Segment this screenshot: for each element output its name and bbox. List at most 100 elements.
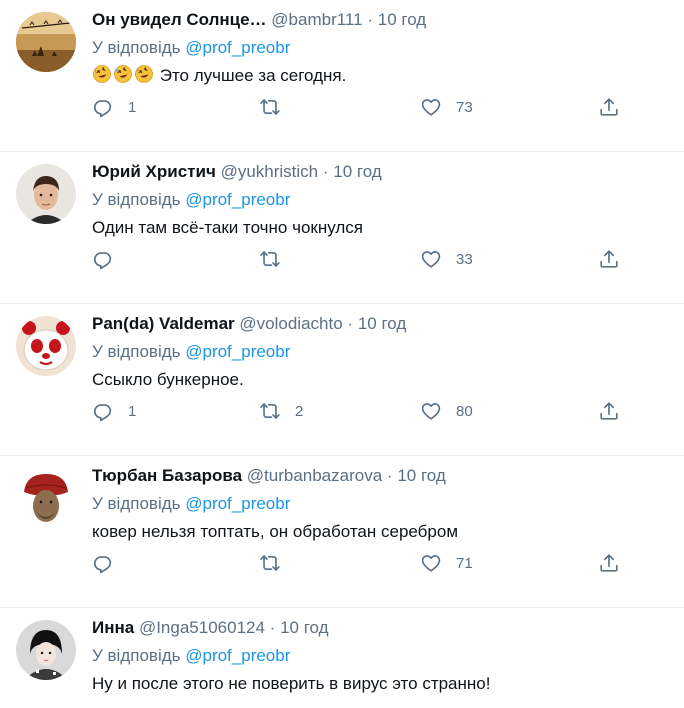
replies-feed: Он увидел Солнце… @bambr111 · 10 год У в… [0,0,684,708]
reply-icon [92,96,114,118]
retweet-button[interactable] [259,551,295,575]
share-icon [598,96,620,118]
reply-to-link[interactable]: @prof_preobr [185,190,290,209]
tweet-text-body: Ну и после этого не поверить в вирус это… [92,674,491,693]
retweet-icon [259,96,281,118]
tweet-text: Ну и после этого не поверить в вирус это… [92,672,668,696]
like-button[interactable]: 80 [420,399,473,423]
like-button[interactable]: 33 [420,247,473,271]
tweet-header: Pan(da) Valdemar @volodiachto · 10 год [92,312,668,336]
tweet-header: Юрий Христич @yukhristich · 10 год [92,160,668,184]
tweet-text: ковер нельзя топтать, он обработан сереб… [92,520,668,544]
avatar[interactable] [16,12,76,72]
separator-dot: · [347,314,354,333]
reply-context: У відповідь @prof_preobr [92,36,668,60]
reply-to-link[interactable]: @prof_preobr [185,494,290,513]
share-icon [598,400,620,422]
tweet-text-body: Один там всё-таки точно чокнулся [92,218,363,237]
heart-icon [420,400,442,422]
share-button[interactable] [598,551,620,575]
reply-prefix: У відповідь [92,190,181,209]
avatar[interactable] [16,164,76,224]
reply-to-link[interactable]: @prof_preobr [185,38,290,57]
author-name[interactable]: Тюрбан Базарова [92,466,242,485]
author-handle[interactable]: @volodiachto [239,314,342,333]
share-button[interactable] [598,247,620,271]
tweet[interactable]: Pan(da) Valdemar @volodiachto · 10 год У… [0,304,684,456]
share-button[interactable] [598,95,620,119]
separator-dot: · [269,618,276,637]
avatar-image [16,468,76,528]
tweet-actions: 33 [92,247,632,271]
reply-to-link[interactable]: @prof_preobr [185,646,290,665]
tweet-header: Инна @Inga51060124 · 10 год [92,616,668,640]
author-name[interactable]: Он увидел Солнце… [92,10,267,29]
retweet-icon [259,552,281,574]
reply-count: 1 [128,98,137,116]
timestamp[interactable]: 10 год [333,162,381,181]
like-button[interactable]: 73 [420,95,473,119]
tweet[interactable]: Юрий Христич @yukhristich · 10 год У від… [0,152,684,304]
like-count: 73 [456,98,473,116]
author-name[interactable]: Юрий Христич [92,162,216,181]
retweet-button[interactable]: 2 [259,399,303,423]
reply-context: У відповідь @prof_preobr [92,644,668,668]
tweet-text-body: Это лучшее за сегодня. [159,66,347,85]
timestamp[interactable]: 10 год [397,466,445,485]
avatar-image [16,164,76,224]
rolling-on-floor-laughing-icon [92,64,112,84]
reply-prefix: У відповідь [92,342,181,361]
retweet-button[interactable] [259,247,295,271]
rolling-on-floor-laughing-icon [113,64,133,84]
author-name[interactable]: Pan(da) Valdemar [92,314,235,333]
reply-context: У відповідь @prof_preobr [92,188,668,212]
reply-prefix: У відповідь [92,646,181,665]
like-button[interactable]: 71 [420,551,473,575]
timestamp[interactable]: 10 год [280,618,328,637]
timestamp[interactable]: 10 год [358,314,406,333]
reply-icon [92,400,114,422]
reply-context: У відповідь @prof_preobr [92,340,668,364]
tweet[interactable]: Тюрбан Базарова @turbanbazarova · 10 год… [0,456,684,608]
avatar-image [16,316,76,376]
retweet-button[interactable] [259,95,295,119]
like-count: 80 [456,402,473,420]
reply-icon [92,248,114,270]
author-handle[interactable]: @turbanbazarova [247,466,382,485]
separator-dot: · [386,466,393,485]
tweet[interactable]: Инна @Inga51060124 · 10 год У відповідь … [0,608,684,708]
avatar-image [16,12,76,72]
rolling-on-floor-laughing-icon [134,64,154,84]
reply-context: У відповідь @prof_preobr [92,492,668,516]
reply-button[interactable]: 1 [92,95,136,119]
share-icon [598,248,620,270]
reply-prefix: У відповідь [92,38,181,57]
author-handle[interactable]: @bambr111 [271,10,362,29]
author-handle[interactable]: @Inga51060124 [139,618,265,637]
tweet-header: Он увидел Солнце… @bambr111 · 10 год [92,8,668,32]
tweet-text-body: Ссыкло бункерное. [92,370,244,389]
retweet-count: 2 [295,402,304,420]
author-name[interactable]: Инна [92,618,134,637]
author-handle[interactable]: @yukhristich [221,162,319,181]
avatar[interactable] [16,316,76,376]
reply-icon [92,552,114,574]
avatar[interactable] [16,620,76,680]
heart-icon [420,96,442,118]
reply-button[interactable] [92,247,128,271]
share-icon [598,552,620,574]
like-count: 71 [456,554,473,572]
timestamp[interactable]: 10 год [378,10,426,29]
tweet[interactable]: Он увидел Солнце… @bambr111 · 10 год У в… [0,0,684,152]
avatar[interactable] [16,468,76,528]
tweet-text-body: ковер нельзя топтать, он обработан сереб… [92,522,459,541]
heart-icon [420,552,442,574]
tweet-actions: 71 [92,551,632,575]
retweet-icon [259,248,281,270]
like-count: 33 [456,250,473,268]
reply-to-link[interactable]: @prof_preobr [185,342,290,361]
tweet-text: Один там всё-таки точно чокнулся [92,216,668,240]
reply-button[interactable] [92,551,128,575]
reply-button[interactable]: 1 [92,399,136,423]
share-button[interactable] [598,399,620,423]
